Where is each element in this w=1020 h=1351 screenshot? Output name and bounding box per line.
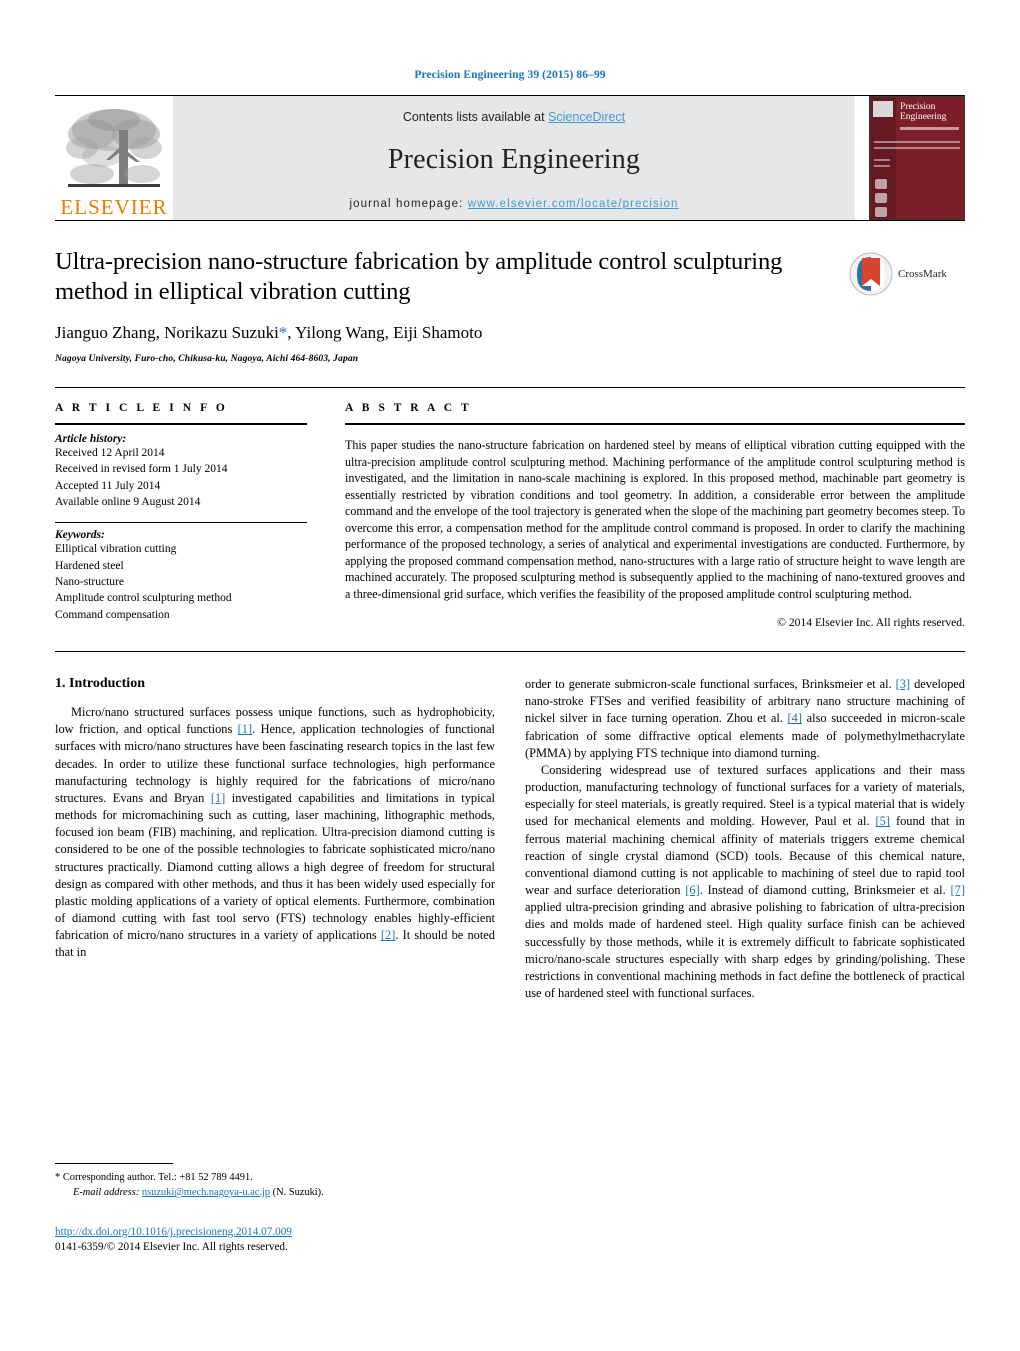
journal-homepage-line: journal homepage: www.elsevier.com/locat… (349, 198, 678, 210)
copyright-line: © 2014 Elsevier Inc. All rights reserved… (777, 616, 965, 629)
history-received: Received 12 April 2014 (55, 447, 165, 459)
citation-link[interactable]: [1] (238, 722, 252, 736)
section-heading-introduction: 1. Introduction (55, 676, 145, 691)
sciencedirect-link[interactable]: ScienceDirect (548, 110, 625, 124)
email-suffix: (N. Suzuki). (272, 1187, 324, 1199)
email-label: E-mail address: (73, 1187, 140, 1199)
abstract-column: A B S T R A C T This paper studies the n… (345, 402, 965, 629)
footnote-rule (55, 1163, 173, 1164)
page-title: Ultra-precision nano-structure fabricati… (55, 248, 783, 305)
citation-link[interactable]: [2] (381, 928, 395, 942)
doi-block: http://dx.doi.org/10.1016/j.precisioneng… (55, 1222, 515, 1255)
info-abstract-row: A R T I C L E I N F O Article history: R… (55, 402, 965, 629)
history-revised: Received in revised form 1 July 2014 (55, 463, 228, 476)
email-note: E-mail address: nsuzuki@mech.nagoya-u.ac… (55, 1185, 495, 1200)
cover-journal-title: Precision Engineering (900, 102, 947, 122)
citation-link[interactable]: [3] (896, 677, 910, 691)
email-link[interactable]: nsuzuki@mech.nagoya-u.ac.jp (142, 1187, 270, 1198)
keyword-item: Amplitude control sculpturing method (55, 592, 232, 605)
journal-homepage-link[interactable]: www.elsevier.com/locate/precision (468, 198, 679, 210)
crossmark-badge[interactable]: CrossMark (849, 251, 965, 297)
body-column-left: 1. Introduction Micro/nano structured su… (55, 676, 495, 1002)
body-column-right: order to generate submicron-scale functi… (525, 676, 965, 1002)
issn-copyright-line: 0141-6359/© 2014 Elsevier Inc. All right… (55, 1241, 288, 1254)
article-info-heading: A R T I C L E I N F O (55, 402, 228, 414)
citation-link[interactable]: [7] (951, 883, 965, 897)
footnote-star: * (55, 1172, 61, 1183)
citation-link[interactable]: [1] (211, 791, 225, 805)
citation-link[interactable]: [5] (876, 814, 890, 828)
article-info-column: A R T I C L E I N F O Article history: R… (55, 402, 307, 629)
contents-available-line: Contents lists available at ScienceDirec… (403, 110, 625, 124)
cover-text-line (874, 165, 890, 167)
cover-art: Precision Engineering (869, 96, 965, 220)
crossmark-label: CrossMark (898, 268, 947, 280)
paragraph: Considering widespread use of textured s… (525, 762, 966, 1001)
cover-thumb-icon (875, 207, 887, 217)
info-bottom-rule (55, 651, 965, 652)
keywords-rule (55, 522, 307, 524)
paragraph: order to generate submicron-scale functi… (525, 677, 965, 760)
doi-link[interactable]: http://dx.doi.org/10.1016/j.precisioneng… (55, 1226, 292, 1238)
keyword-item: Nano-structure (55, 575, 124, 588)
title-block: Ultra-precision nano-structure fabricati… (55, 247, 965, 365)
author-names-head: Jianguo Zhang, Norikazu Suzuki (55, 322, 279, 342)
history-online: Available online 9 August 2014 (55, 495, 201, 508)
footnote-block: * Corresponding author. Tel.: +81 52 789… (55, 1163, 495, 1200)
cover-text-line (874, 141, 960, 143)
elsevier-wordmark: ELSEVIER (60, 195, 168, 219)
corresponding-author-note: * Corresponding author. Tel.: +81 52 789… (55, 1170, 495, 1185)
crossmark-icon (849, 252, 893, 296)
contents-prefix: Contents lists available at (402, 110, 549, 124)
cover-elsevier-mark-icon (873, 101, 893, 117)
article-history-label: Article history: (55, 433, 127, 445)
journal-title: Precision Engineering (387, 144, 641, 175)
abstract-rule (345, 423, 965, 425)
keyword-item: Hardened steel (55, 559, 124, 572)
homepage-label: journal homepage: (349, 198, 464, 210)
abstract-text: This paper studies the nano-structure fa… (345, 438, 965, 601)
citation-link[interactable]: [4] (788, 711, 802, 725)
paragraph: Micro/nano structured surfaces possess u… (55, 705, 495, 960)
abstract-heading: A B S T R A C T (345, 402, 472, 414)
masthead-center: Contents lists available at ScienceDirec… (173, 96, 855, 220)
cover-thumb-icon (875, 193, 887, 203)
masthead-bottom-rule (55, 220, 965, 221)
info-top-rule (55, 387, 965, 388)
author-list: Jianguo Zhang, Norikazu Suzuki*, Yilong … (55, 323, 965, 343)
author-names-tail: , Yilong Wang, Eiji Shamoto (287, 322, 483, 342)
keyword-item: Command compensation (55, 608, 170, 621)
article-info-rule (55, 423, 307, 425)
cover-thumb-icon (875, 179, 887, 189)
cover-rule (900, 127, 959, 130)
history-accepted: Accepted 11 July 2014 (55, 479, 161, 492)
cover-text-line (874, 147, 960, 149)
elsevier-tree-icon (66, 109, 162, 187)
citation-link[interactable]: [6] (685, 883, 699, 897)
affiliation: Nagoya University, Furo-cho, Chikusa-ku,… (55, 352, 359, 364)
running-head: Precision Engineering 39 (2015) 86–99 (414, 69, 606, 81)
journal-masthead: ELSEVIER Contents lists available at Sci… (55, 96, 965, 220)
cover-text-line (874, 159, 890, 161)
body-columns: 1. Introduction Micro/nano structured su… (55, 676, 965, 1002)
keyword-item: Elliptical vibration cutting (55, 543, 177, 556)
elsevier-logo: ELSEVIER (55, 96, 173, 220)
corresponding-author-text: Corresponding author. Tel.: +81 52 789 4… (62, 1172, 253, 1183)
journal-cover-thumbnail: Precision Engineering (869, 96, 965, 220)
journal-article-page: Precision Engineering 39 (2015) 86–99 EL… (0, 0, 1020, 1351)
keywords-label: Keywords: (55, 529, 105, 542)
